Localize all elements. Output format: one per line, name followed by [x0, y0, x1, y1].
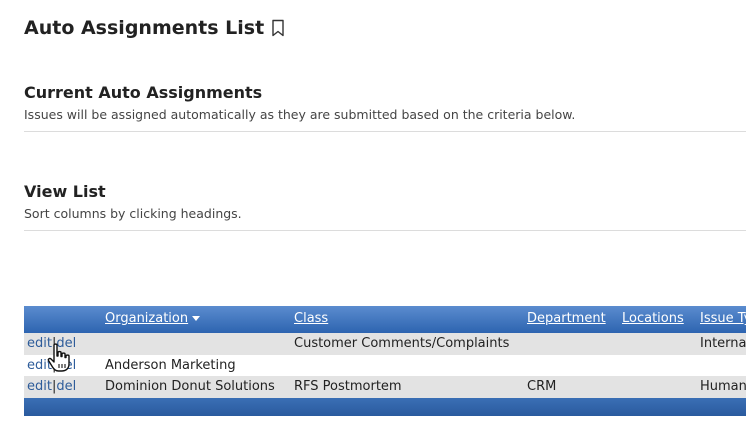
cell-department: CRM [527, 379, 557, 394]
column-header-organization[interactable]: Organization [105, 311, 201, 326]
edit-link[interactable]: edit [27, 358, 52, 373]
auto-assignments-table: Organization Class Department Locations … [24, 306, 746, 416]
delete-link[interactable]: del [56, 336, 76, 351]
page-title-text: Auto Assignments List [24, 17, 265, 39]
table-footer [24, 398, 746, 416]
row-actions: edit|del [27, 336, 76, 351]
page-title: Auto Assignments List [24, 17, 285, 39]
column-header-class[interactable]: Class [294, 311, 328, 326]
cell-issue-type: Human [700, 379, 746, 394]
edit-link[interactable]: edit [27, 379, 52, 394]
section-divider [24, 131, 746, 132]
edit-link[interactable]: edit [27, 336, 52, 351]
sort-descending-icon [192, 316, 201, 321]
view-list-description: Sort columns by clicking headings. [24, 206, 242, 221]
cell-issue-type: Internal [700, 336, 746, 351]
section-divider [24, 230, 746, 231]
current-assignments-heading: Current Auto Assignments [24, 83, 263, 102]
table-row: edit|del Customer Comments/Complaints In… [24, 333, 746, 355]
cell-class: Customer Comments/Complaints [294, 336, 510, 351]
column-header-locations[interactable]: Locations [622, 311, 684, 326]
row-actions: edit|del [27, 379, 76, 394]
view-list-heading: View List [24, 182, 106, 201]
bookmark-icon[interactable] [271, 19, 285, 37]
column-header-department[interactable]: Department [527, 311, 606, 326]
row-actions: edit|del [27, 358, 76, 373]
table-row: edit|del Anderson Marketing [24, 355, 746, 377]
table-row: edit|del Dominion Donut Solutions RFS Po… [24, 376, 746, 398]
delete-link[interactable]: del [56, 379, 76, 394]
current-assignments-description: Issues will be assigned automatically as… [24, 107, 576, 122]
cell-organization: Dominion Donut Solutions [105, 379, 275, 394]
column-header-label: Organization [105, 311, 189, 326]
delete-link[interactable]: del [56, 358, 76, 373]
cell-organization: Anderson Marketing [105, 358, 236, 373]
column-header-issue-type[interactable]: Issue Ty [700, 311, 746, 326]
table-header: Organization Class Department Locations … [24, 306, 746, 333]
cell-class: RFS Postmortem [294, 379, 402, 394]
